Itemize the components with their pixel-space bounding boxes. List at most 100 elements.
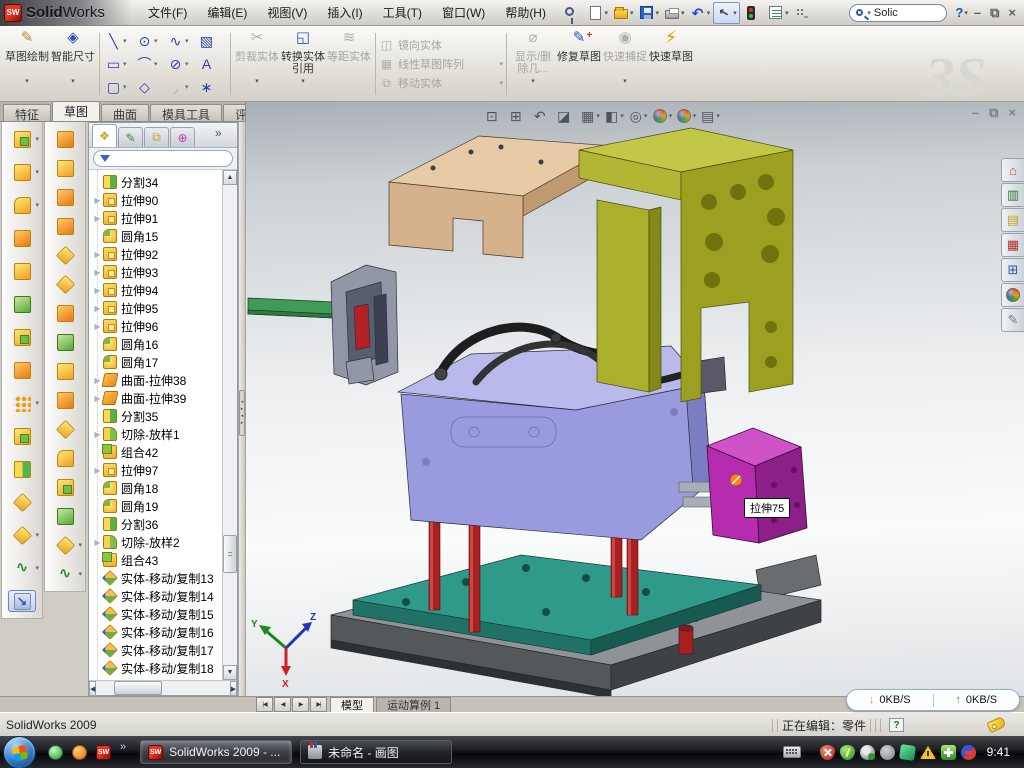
scroll-down-button[interactable]: ▼ <box>223 665 237 680</box>
arc-icon[interactable]: ⌒ ▾ <box>134 53 165 76</box>
trim-entities-button[interactable]: ✂ 剪裁实体 ▾ <box>234 29 280 99</box>
help-button[interactable]: ?▾ <box>955 5 967 20</box>
polygon-icon[interactable]: ◇ ▾ <box>134 76 165 99</box>
antivirus-icon[interactable] <box>820 745 835 760</box>
model-insert-block[interactable] <box>707 428 807 543</box>
tree-item[interactable]: ▶ 实体-移动/复制16 <box>92 623 237 641</box>
tab-nav-button[interactable]: ▶| <box>310 697 327 712</box>
solidworks-quicklaunch-icon[interactable]: SW <box>96 745 111 760</box>
tab-model[interactable]: 模型 <box>330 697 374 712</box>
quick-launch-icon[interactable] <box>72 745 87 760</box>
swept-boss-icon[interactable]: ▾ <box>8 227 36 249</box>
previous-view-icon[interactable]: ↶ ▾ <box>532 106 553 126</box>
trim-surface-icon[interactable]: ▾ <box>51 418 79 440</box>
tree-item[interactable]: ▶ 分割35 <box>92 407 237 425</box>
alert-icon[interactable] <box>920 746 936 759</box>
view-orientation-icon[interactable]: ▦ ▾ <box>580 106 601 126</box>
display-delete-relations-button[interactable]: ⌀ 显示/删除几... ▾ <box>510 29 556 99</box>
menu-item[interactable]: 插入(I) <box>317 0 372 26</box>
boundary-surface-icon[interactable]: ▾ <box>51 331 79 353</box>
zoom-area-icon[interactable]: ⊞ ▾ <box>508 106 529 126</box>
tree-item[interactable]: ▶ 曲面-拉伸39 <box>92 389 237 407</box>
display-style-icon[interactable]: ◧ ▾ <box>604 106 625 126</box>
tree-item[interactable]: ▶ 拉伸95 <box>92 299 237 317</box>
extruded-boss-icon[interactable]: ▾ <box>8 128 36 150</box>
tree-item[interactable]: ▶ 实体-移动/复制13 <box>92 569 237 587</box>
shut-off-surface-icon[interactable]: ▾ <box>51 244 79 266</box>
repair-sketch-button[interactable]: ✎ 修复草图 ▾ <box>556 29 602 99</box>
solidworks-resources-icon[interactable]: ▥ <box>1001 183 1024 207</box>
zoom-fit-icon[interactable]: ⊡ ▾ <box>484 106 505 126</box>
quick-snaps-button[interactable]: ◉ 快速捕捉 ▾ <box>602 29 648 99</box>
wrap-icon[interactable]: ▾ <box>8 359 36 381</box>
graphics-viewport[interactable]: Y Z X ⊡ ▾ ⊞ ▾ ↶ ▾ <box>245 102 1024 696</box>
tree-item[interactable]: ▶ 拉伸90 <box>92 191 237 209</box>
propertymanager-tab[interactable]: ✎ <box>118 127 143 147</box>
parting-surface-icon[interactable]: ▾ <box>51 215 79 237</box>
close-button[interactable]: × <box>1008 4 1016 22</box>
selection-box-icon[interactable]: ▧ ▾ <box>196 30 227 53</box>
keyboard-layout-icon[interactable] <box>783 746 801 758</box>
tab-mold-tools[interactable]: 模具工具 <box>150 104 222 121</box>
configurationmanager-tab[interactable]: ⧉ <box>144 127 169 147</box>
start-button[interactable] <box>3 736 36 768</box>
tree-item[interactable]: ▶ 圆角17 <box>92 353 237 371</box>
menu-item[interactable]: 帮助(H) <box>495 0 556 26</box>
menu-item[interactable]: 视图(V) <box>257 0 317 26</box>
taskbar-task-paint[interactable]: 未命名 - 画图 <box>300 740 452 764</box>
line-icon[interactable]: ╲ ▾ <box>103 30 134 53</box>
knit-surface-icon[interactable]: ▾ <box>51 360 79 382</box>
tree-item[interactable]: ▶ 分割34 <box>92 173 237 191</box>
vscroll-thumb[interactable] <box>223 535 237 573</box>
tree-item[interactable]: ▶ 拉伸91 <box>92 209 237 227</box>
doc-close-button[interactable]: × <box>1008 105 1016 121</box>
panel-splitter[interactable]: ◂▸◂▸ <box>238 122 246 696</box>
tree-item[interactable]: ▶ 拉伸94 <box>92 281 237 299</box>
annotation-view-icon[interactable]: ▤ ▾ <box>700 106 721 126</box>
tree-item[interactable]: ▶ 实体-移动/复制18 <box>92 659 237 677</box>
model-robot-arm[interactable] <box>248 265 398 385</box>
panel-overflow-chevron[interactable]: » <box>212 126 225 143</box>
tree-filter-input[interactable] <box>93 150 233 167</box>
tree-item[interactable]: ▶ 拉伸92 <box>92 245 237 263</box>
tree-item[interactable]: ▶ 圆角16 <box>92 335 237 353</box>
tree-item[interactable]: ▶ 拉伸96 <box>92 317 237 335</box>
scale-icon[interactable]: ∿ ▾ <box>51 563 79 585</box>
scroll-up-button[interactable]: ▲ <box>223 170 237 185</box>
tree-item[interactable]: ▶ 圆角19 <box>92 497 237 515</box>
doc-restore-button[interactable]: ⧉ <box>989 105 998 121</box>
tab-nav-button[interactable]: |◀ <box>256 697 273 712</box>
linear-pattern-icon[interactable]: ▾ <box>8 392 36 414</box>
search-dropdown-icon[interactable]: ▾ <box>867 9 871 17</box>
tree-item[interactable]: ▶ 实体-移动/复制15 <box>92 605 237 623</box>
tree-vertical-scrollbar[interactable]: ▲ ▼ <box>222 170 237 680</box>
appearances-scenes-icon[interactable] <box>1001 283 1024 307</box>
menu-item[interactable]: 编辑(E) <box>197 0 257 26</box>
update-icon[interactable] <box>860 745 875 760</box>
tree-item[interactable]: ▶ 切除-放样1 <box>92 425 237 443</box>
tree-item[interactable]: ▶ 圆角18 <box>92 479 237 497</box>
splitter-handle[interactable]: ◂▸◂▸ <box>239 390 245 436</box>
messenger-icon[interactable] <box>48 745 63 760</box>
tab-sketch[interactable]: 草图 <box>52 101 100 121</box>
convert-entities-button[interactable]: ◱ 转换实体引用 ▾ <box>280 29 326 99</box>
extruded-cut-icon[interactable]: ▾ <box>8 161 36 183</box>
revolved-boss-icon[interactable]: ▾ <box>8 260 36 282</box>
slot-icon[interactable]: ▢ ▾ <box>103 76 134 99</box>
planar-surface-icon[interactable]: ▾ <box>51 302 79 324</box>
extend-surface-icon[interactable]: ▾ <box>51 389 79 411</box>
new-document-icon[interactable]: ▾ <box>586 2 611 24</box>
tab-nav-button[interactable]: ◀ <box>274 697 291 712</box>
spline-icon[interactable]: ∿ ▾ <box>165 30 196 53</box>
vpn-icon[interactable] <box>899 744 916 761</box>
model-clamp-plate[interactable] <box>579 128 793 402</box>
taskbar-task-solidworks[interactable]: SW SolidWorks 2009 - ... <box>140 740 292 764</box>
fillet-icon[interactable]: ▾ <box>8 194 36 216</box>
cavity-icon[interactable]: ▾ <box>51 505 79 527</box>
rib-icon[interactable]: ▾ <box>8 326 36 348</box>
tree-item[interactable]: ▶ 实体-移动/复制17 <box>92 641 237 659</box>
tab-nav-button[interactable]: ▶ <box>292 697 309 712</box>
security-suite-icon[interactable] <box>840 745 855 760</box>
tab-motion-study[interactable]: 运动算例 1 <box>376 697 451 712</box>
restore-button[interactable]: ⧉ <box>990 4 999 22</box>
